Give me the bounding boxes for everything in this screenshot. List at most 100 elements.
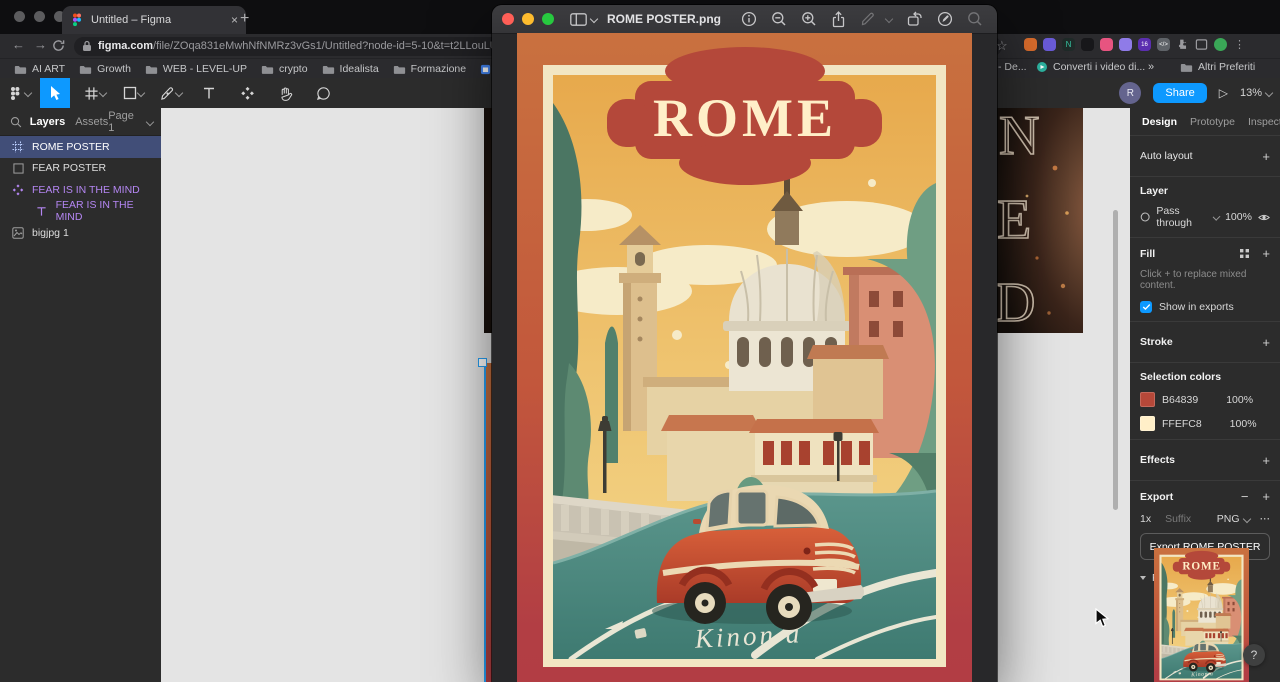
ext-code-icon[interactable]: </> [1157,38,1170,51]
export-more-icon[interactable]: ⋯ [1260,513,1271,525]
present-icon[interactable]: ▷ [1219,86,1228,100]
back-icon[interactable]: ← [12,37,25,52]
annotate-icon[interactable] [937,11,953,27]
layer-row-rome-poster[interactable]: ROME POSTER [0,136,161,158]
puzzle-icon[interactable] [1176,38,1189,51]
markup-chevron-icon[interactable] [884,14,894,24]
zoom-traffic-light[interactable] [542,13,554,25]
shape-tool[interactable] [118,78,148,108]
other-bookmarks-folder[interactable]: Altri Preferiti [1180,61,1255,73]
browser-tab[interactable]: Untitled – Figma × [62,6,246,34]
layer-opacity-input[interactable]: 100% [1225,211,1252,223]
export-suffix-input[interactable]: Suffix [1165,513,1191,525]
bookmark-converti-video[interactable]: Converti i video di... [1036,61,1145,73]
color-swatch[interactable] [1140,392,1155,407]
browser-menu-icon[interactable]: ⋮ [1234,38,1245,51]
close-traffic-light[interactable] [502,13,514,25]
zoom-menu[interactable]: 13% [1240,87,1274,99]
share-icon[interactable] [831,10,846,28]
color-hex[interactable]: B64839 [1162,394,1198,406]
text-tool[interactable] [194,78,224,108]
bookmark-partial[interactable]: - De... [998,61,1027,73]
export-scale-select[interactable]: 1x [1140,513,1151,525]
new-tab-button[interactable]: + [240,10,249,28]
rotate-icon[interactable] [906,11,923,27]
tab-prototype[interactable]: Prototype [1190,116,1235,128]
show-in-exports-row[interactable]: Show in exports [1140,301,1270,313]
color-swatch[interactable] [1140,416,1155,431]
frame-tool[interactable] [80,78,110,108]
bookmark-ai-art[interactable]: AI ART [14,63,65,75]
tab-design[interactable]: Design [1142,116,1177,128]
profile-avatar[interactable] [1214,38,1227,51]
user-avatar[interactable]: R [1119,82,1142,104]
visibility-eye-icon[interactable] [1258,212,1270,223]
tab-assets[interactable]: Assets [75,116,108,128]
tab-close-icon[interactable]: × [231,13,238,27]
tab-inspect[interactable]: Inspect [1248,116,1280,128]
selection-color-row[interactable]: B64839 100% [1140,392,1270,407]
ext-purple-icon[interactable] [1043,38,1056,51]
bookmark-idealista[interactable]: Idealista [322,63,379,75]
quicklook-window[interactable]: ROME POSTER.png Kinon a ROME [492,5,997,682]
add-export-icon[interactable]: + [1262,489,1270,504]
minimize-traffic-light[interactable] [522,13,534,25]
main-menu-button[interactable] [4,78,34,108]
bookmark-web-level-up[interactable]: WEB - LEVEL-UP [145,63,247,75]
export-format-select[interactable]: PNG [1217,513,1251,525]
zoom-in-icon[interactable] [801,11,817,27]
layer-row-bigjpg[interactable]: bigjpg 1 [0,222,161,244]
add-fill-icon[interactable]: + [1262,246,1270,261]
bookmark-formazione[interactable]: Formazione [393,63,466,75]
forward-icon[interactable]: → [34,37,47,52]
ext-h-icon[interactable] [1081,38,1094,51]
zoom-out-icon[interactable] [771,11,787,27]
resources-tool[interactable] [232,78,262,108]
sidebar-chevron-icon[interactable] [589,14,599,24]
move-tool[interactable] [40,78,70,108]
ext-badge-icon[interactable]: 16 [1138,38,1151,51]
tab-pane-icon[interactable] [1195,38,1208,51]
minimize-window-button[interactable] [34,11,45,22]
add-auto-layout-icon[interactable]: + [1262,149,1270,164]
ext-cloud-icon[interactable] [1119,38,1132,51]
reload-icon[interactable] [52,39,65,52]
bookmark-growth[interactable]: Growth [79,63,131,75]
quicklook-titlebar[interactable]: ROME POSTER.png [492,5,997,34]
selection-color-row[interactable]: FFEFC8 100% [1140,416,1270,431]
close-window-button[interactable] [14,11,25,22]
bookmark-star-icon[interactable]: ☆ [996,38,1008,54]
remove-export-icon[interactable]: − [1241,489,1249,504]
add-effect-icon[interactable]: + [1262,453,1270,468]
sidebar-toggle-icon[interactable] [570,12,587,26]
canvas-scrollbar[interactable] [1113,210,1118,510]
selection-handle[interactable] [478,358,487,367]
help-button[interactable]: ? [1243,644,1265,666]
page-selector[interactable]: Page 1 [108,110,155,134]
layer-row-fear-component[interactable]: FEAR IS IN THE MIND [0,179,161,201]
fill-styles-icon[interactable] [1239,248,1250,259]
bookmark-crypto[interactable]: crypto [261,63,308,75]
comment-tool[interactable] [308,78,338,108]
ext-n-icon[interactable]: N [1062,38,1075,51]
bookmarks-overflow-icon[interactable]: » [1148,61,1154,73]
color-hex[interactable]: FFEFC8 [1162,418,1202,430]
markup-pen-icon[interactable] [860,11,876,27]
info-icon[interactable] [741,11,757,27]
color-opacity[interactable]: 100% [1226,394,1253,406]
hand-tool[interactable] [270,78,300,108]
layer-row-fear-text[interactable]: FEAR IS IN THE MIND [0,199,161,223]
pen-tool[interactable] [156,78,186,108]
checkbox-checked-icon[interactable] [1140,301,1152,313]
search-icon[interactable] [967,11,983,27]
share-button[interactable]: Share [1153,83,1207,103]
fear-poster-fragment[interactable]: N E D [994,104,1083,335]
layer-row-fear-poster[interactable]: FEAR POSTER [0,158,161,180]
ext-key-icon[interactable] [1100,38,1113,51]
tab-layers[interactable]: Layers [30,116,65,128]
color-opacity[interactable]: 100% [1230,418,1257,430]
blend-mode-select[interactable]: Pass through [1156,205,1221,229]
add-stroke-icon[interactable]: + [1262,335,1270,350]
search-icon[interactable] [10,116,22,128]
ext-orange-icon[interactable] [1024,38,1037,51]
